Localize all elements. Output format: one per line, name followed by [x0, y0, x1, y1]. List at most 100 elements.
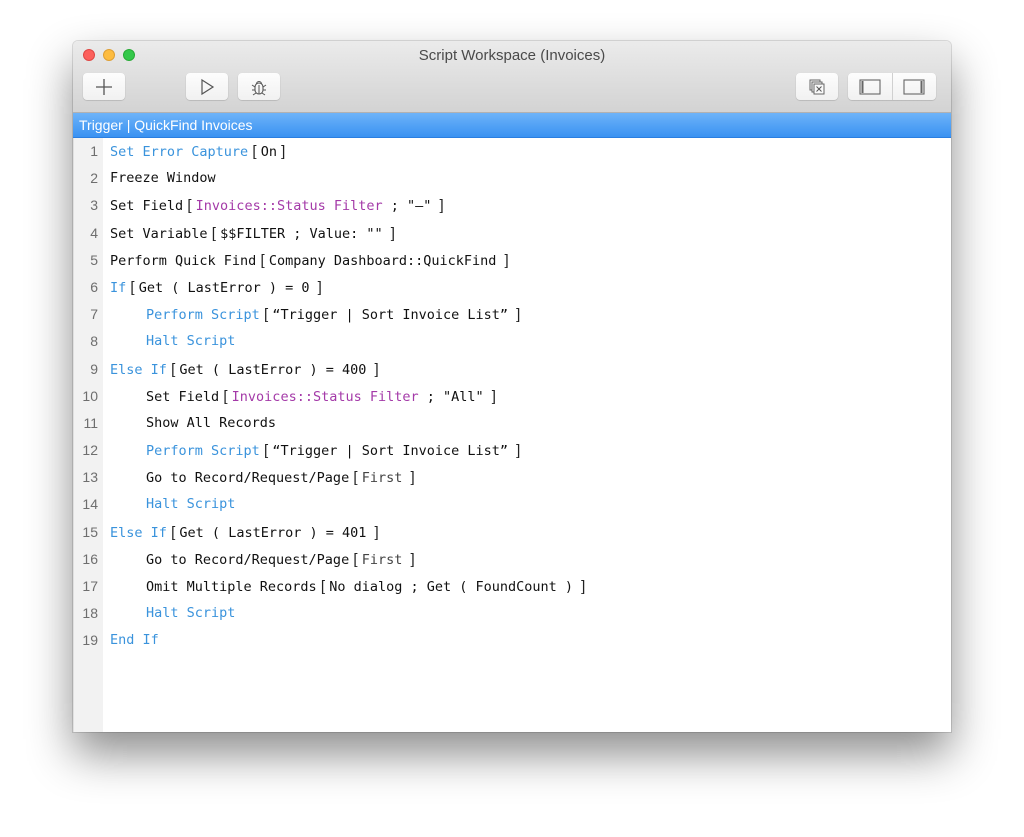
- script-step[interactable]: 19 End If: [73, 627, 951, 654]
- step-text: Halt Script: [146, 600, 235, 627]
- control-keyword: If: [110, 279, 127, 296]
- control-keyword: End If: [110, 632, 159, 649]
- line-number: 7: [90, 306, 98, 323]
- step-text: Perform Quick Find [ Company Dashboard::…: [110, 247, 509, 275]
- toggle-right-panel-button[interactable]: [891, 73, 936, 100]
- step-token: Set Field: [110, 198, 184, 215]
- script-step[interactable]: 17 Omit Multiple Records [ No dialog ; Ge…: [73, 573, 951, 600]
- script-step[interactable]: 7 Perform Script [ “Trigger | Sort Invoic…: [73, 301, 951, 328]
- control-keyword: Perform Script: [146, 443, 260, 460]
- step-text: Freeze Window: [110, 165, 216, 192]
- script-step[interactable]: 18 Halt Script: [73, 600, 951, 627]
- field-reference: Invoices::Status Filter: [195, 198, 383, 215]
- script-step[interactable]: 10 Set Field [ Invoices::Status Filter ; …: [73, 383, 951, 410]
- control-keyword: Else If: [110, 524, 167, 541]
- script-steps: 1 Set Error Capture [ On ] 2 Freeze Window 3…: [73, 138, 951, 655]
- step-text: Set Field [ Invoices::Status Filter ; "–…: [110, 192, 444, 220]
- step-token: [: [126, 278, 139, 296]
- line-number: 14: [82, 496, 98, 513]
- step-token: Get ( LastError ) = 401: [179, 524, 375, 541]
- control-keyword: Perform Script: [146, 307, 260, 324]
- script-step[interactable]: 3 Set Field [ Invoices::Status Filter ; "…: [73, 192, 951, 219]
- step-text: Set Variable [ $$FILTER ; Value: "" ]: [110, 220, 395, 248]
- control-keyword: Halt Script: [146, 333, 236, 350]
- line-number: 9: [90, 360, 98, 377]
- line-number: 1: [90, 143, 98, 159]
- step-text: Go to Record/Request/Page [ First ]: [146, 546, 415, 574]
- step-token: Get ( LastError ) = 0: [138, 279, 318, 296]
- script-step[interactable]: 16 Go to Record/Request/Page [ First ]: [73, 546, 951, 573]
- step-token: [: [259, 442, 273, 460]
- line-number: 6: [90, 278, 98, 295]
- stacked-windows-close-icon: [809, 79, 825, 94]
- step-text: Omit Multiple Records [ No dialog ; Get …: [146, 573, 585, 601]
- script-step[interactable]: 15 Else If [ Get ( LastError ) = 401 ]: [73, 519, 951, 546]
- step-token: [: [256, 251, 269, 269]
- step-text: Else If [ Get ( LastError ) = 400 ]: [110, 356, 379, 384]
- control-keyword: Halt Script: [146, 496, 236, 513]
- step-token: On: [260, 144, 277, 160]
- step-token: ]: [581, 578, 586, 595]
- line-number: 2: [90, 170, 98, 187]
- control-keyword: Else If: [110, 361, 167, 378]
- panel-toggle-group: [848, 73, 936, 100]
- step-token: “Trigger | Sort Invoice List”: [272, 307, 517, 324]
- step-token: Company Dashboard::QuickFind: [268, 252, 505, 269]
- step-text: Else If [ Get ( LastError ) = 401 ]: [110, 519, 379, 547]
- step-text: If [ Get ( LastError ) = 0 ]: [110, 274, 322, 302]
- step-token: ]: [410, 550, 415, 568]
- step-text: Halt Script: [146, 328, 235, 355]
- script-step[interactable]: 8 Halt Script: [73, 328, 951, 355]
- step-token: ]: [317, 278, 322, 296]
- toggle-left-panel-button[interactable]: [848, 73, 892, 100]
- script-step[interactable]: 13 Go to Record/Request/Page [ First ]: [73, 464, 951, 491]
- step-text: Set Error Capture [ On ]: [110, 138, 285, 166]
- left-sidebar-icon: [859, 78, 881, 95]
- step-text: Go to Record/Request/Page [ First ]: [146, 464, 415, 492]
- step-token: ]: [516, 306, 521, 324]
- script-editor[interactable]: 1 Set Error Capture [ On ] 2 Freeze Window 3…: [73, 138, 951, 732]
- script-tab-header[interactable]: Trigger | QuickFind Invoices: [73, 113, 951, 138]
- script-step[interactable]: 1 Set Error Capture [ On ]: [73, 138, 951, 165]
- script-step[interactable]: 11 Show All Records: [73, 410, 951, 437]
- field-reference: Invoices::Status Filter: [231, 388, 419, 405]
- step-token: $$FILTER ; Value: "": [220, 225, 391, 242]
- line-number: 3: [90, 197, 98, 214]
- step-token: Omit Multiple Records: [146, 579, 317, 595]
- step-token: Get ( LastError ) = 400: [179, 361, 375, 378]
- step-token: First: [361, 470, 411, 487]
- new-script-button[interactable]: [83, 73, 125, 100]
- debug-script-button[interactable]: [238, 73, 280, 100]
- step-token: [: [166, 523, 180, 541]
- script-step[interactable]: 2 Freeze Window: [73, 165, 951, 192]
- bug-icon: [251, 80, 267, 95]
- step-token: ; "All": [418, 388, 492, 405]
- step-token: Go to Record/Request/Page: [146, 470, 350, 487]
- step-text: Halt Script: [146, 491, 235, 518]
- step-token: Freeze Window: [110, 170, 216, 187]
- script-step[interactable]: 14 Halt Script: [73, 491, 951, 518]
- line-number: 19: [82, 632, 98, 649]
- script-step[interactable]: 9 Else If [ Get ( LastError ) = 400 ]: [73, 356, 951, 383]
- step-text: Perform Script [ “Trigger | Sort Invoice…: [146, 301, 520, 329]
- run-script-button[interactable]: [186, 73, 228, 100]
- step-token: ]: [491, 387, 496, 405]
- line-number: 18: [82, 605, 98, 622]
- line-number: 16: [82, 550, 98, 567]
- line-number: 12: [82, 442, 98, 459]
- script-step[interactable]: 6 If [ Get ( LastError ) = 0 ]: [73, 274, 951, 301]
- step-token: ; "–": [382, 198, 440, 215]
- close-all-windows-button[interactable]: [796, 73, 838, 100]
- step-token: [: [316, 578, 330, 595]
- script-step[interactable]: 5 Perform Quick Find [ Company Dashboard:…: [73, 247, 951, 274]
- script-step[interactable]: 4 Set Variable [ $$FILTER ; Value: "" ]: [73, 220, 951, 247]
- step-text: Perform Script [ “Trigger | Sort Invoice…: [146, 437, 520, 465]
- step-token: [: [183, 197, 196, 215]
- step-text: End If: [110, 627, 159, 654]
- step-token: ]: [390, 224, 395, 242]
- plus-icon: [96, 78, 112, 95]
- step-text: Show All Records: [146, 410, 276, 437]
- script-step[interactable]: 12 Perform Script [ “Trigger | Sort Invoi…: [73, 437, 951, 464]
- step-token: [: [349, 550, 362, 568]
- step-token: Show All Records: [146, 414, 277, 431]
